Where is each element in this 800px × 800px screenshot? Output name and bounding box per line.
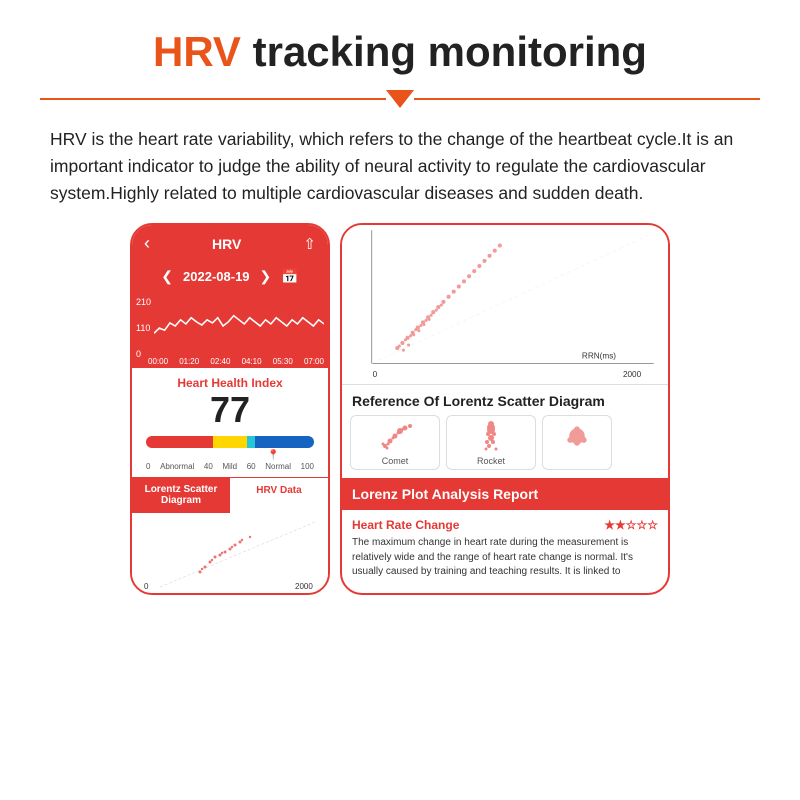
description-text: HRV is the heart rate variability, which… — [0, 108, 800, 223]
chart-time-labels: 00:00 01:20 02:40 04:10 05:30 07:00 — [148, 357, 324, 366]
pb-blue — [255, 436, 314, 448]
svg-text:0: 0 — [373, 370, 378, 379]
title-rest: tracking monitoring — [241, 28, 647, 75]
phone1-body: Heart Health Index 77 📍 0 Abnormal 40 Mi… — [132, 368, 328, 471]
phone1-title: HRV — [212, 236, 241, 252]
tab-lorentz[interactable]: Lorentz Scatter Diagram — [132, 477, 230, 513]
heart-health-value: 77 — [142, 390, 318, 430]
page-header: HRV tracking monitoring — [0, 0, 800, 86]
pb-teal — [247, 436, 255, 448]
hrv-accent: HRV — [153, 28, 241, 75]
scatter-thumb-rocket: Rocket — [446, 415, 536, 470]
pb-red — [146, 436, 213, 448]
section-divider — [40, 90, 760, 108]
report-stars: ★★☆☆☆ — [604, 518, 658, 532]
divider-line-right — [414, 98, 760, 100]
phone1-date-row: ❮ 2022-08-19 ❯ 📅 — [132, 262, 328, 293]
phones-section: ‹ HRV ⇧ ❮ 2022-08-19 ❯ 📅 210 110 0 0 0 — [0, 223, 800, 595]
pb-yellow — [213, 436, 247, 448]
chart-line-area — [154, 297, 324, 354]
phone1-tabs: Lorentz Scatter Diagram HRV Data — [132, 477, 328, 513]
svg-text:RRN(ms): RRN(ms) — [582, 352, 616, 361]
share-icon[interactable]: ⇧ — [303, 235, 316, 253]
calendar-icon[interactable]: 📅 — [281, 268, 298, 285]
scatter-thumbs: Comet Rocket — [342, 415, 668, 478]
phone2: ↑(ms) 0 2000 RRN(ms) Reference Of Lorent… — [340, 223, 670, 595]
phone1: ‹ HRV ⇧ ❮ 2022-08-19 ❯ 📅 210 110 0 00 — [130, 223, 330, 595]
reference-title: Reference Of Lorentz Scatter Diagram — [342, 385, 668, 415]
comet-label: Comet — [351, 456, 439, 466]
chart-y-labels: 210 110 0 — [136, 297, 151, 359]
report-text: The maximum change in heart rate during … — [352, 536, 658, 580]
svg-text:2000: 2000 — [295, 582, 313, 591]
report-section-label: Heart Rate Change — [352, 518, 459, 532]
scatter-thumb-comet: Comet — [350, 415, 440, 470]
page-title: HRV tracking monitoring — [40, 28, 760, 76]
phone1-scatter-area: 0 2000 ... — [132, 513, 328, 593]
progress-bar — [146, 436, 314, 448]
heart-health-label: Heart Health Index — [142, 376, 318, 390]
pin-row: 📍 — [146, 450, 314, 460]
pin-marker: 📍 — [267, 450, 279, 461]
report-header: Lorenz Plot Analysis Report — [342, 478, 668, 510]
rocket-label: Rocket — [447, 456, 535, 466]
back-icon[interactable]: ‹ — [144, 233, 150, 254]
report-body: Heart Rate Change ★★☆☆☆ The maximum chan… — [342, 510, 668, 588]
date-label: 2022-08-19 — [183, 269, 250, 284]
scatter-big: ↑(ms) 0 2000 RRN(ms) — [342, 225, 668, 385]
svg-text:0: 0 — [144, 582, 149, 591]
report-section-title: Heart Rate Change ★★☆☆☆ — [352, 518, 658, 532]
scatter-thumb-other — [542, 415, 612, 470]
phone1-chart: 210 110 0 00:00 01:20 02:40 04:10 05:30 … — [132, 293, 328, 368]
tab-hrv-data[interactable]: HRV Data — [230, 477, 328, 513]
svg-text:2000: 2000 — [623, 370, 642, 379]
phone1-header: ‹ HRV ⇧ — [132, 225, 328, 262]
next-date-icon[interactable]: ❯ — [260, 268, 272, 285]
arrow-down-icon — [386, 90, 414, 108]
divider-line-left — [40, 98, 386, 100]
prev-date-icon[interactable]: ❮ — [161, 268, 173, 285]
progress-labels: 0 Abnormal 40 Mild 60 Normal 100 — [146, 462, 314, 471]
